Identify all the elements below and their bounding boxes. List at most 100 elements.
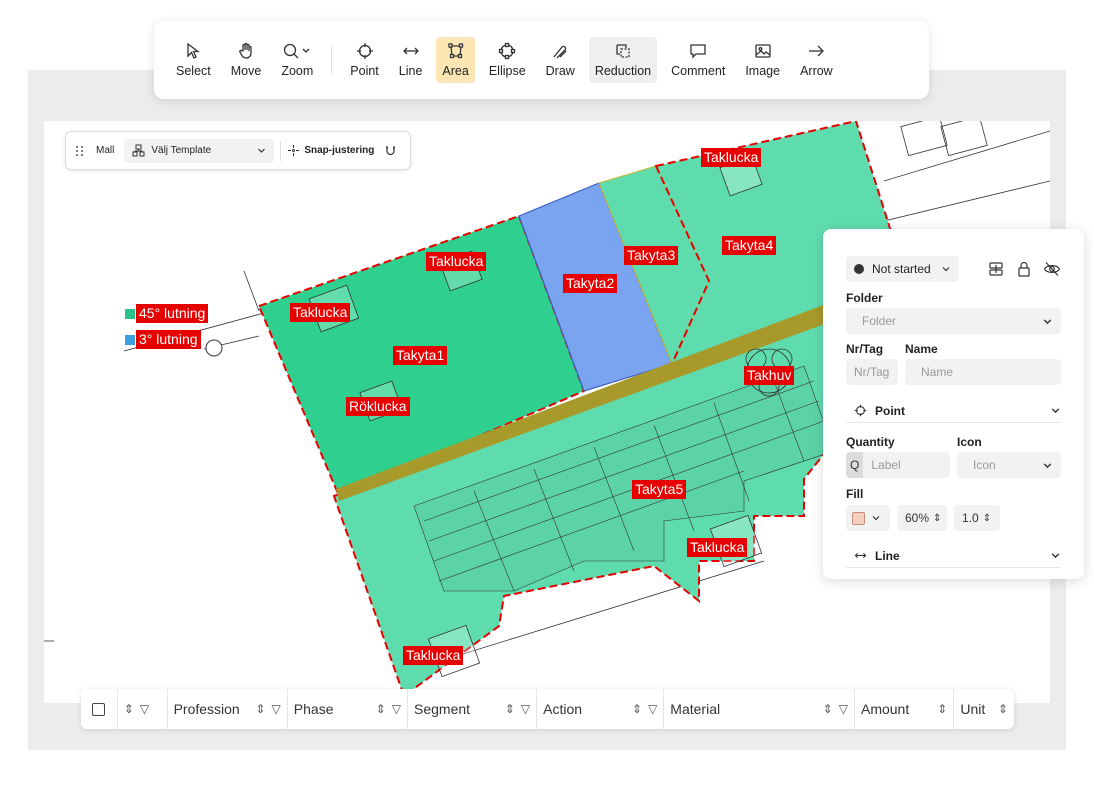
drag-grid-icon[interactable] (74, 145, 86, 157)
label-takyta2[interactable]: Takyta2 (563, 274, 618, 293)
tool-image[interactable]: Image (739, 37, 786, 83)
sort-icon[interactable]: ⇕ (823, 702, 833, 716)
label-takhuv[interactable]: Takhuv (744, 366, 795, 385)
icon-select[interactable]: Icon (957, 452, 1061, 478)
tool-zoom[interactable]: Zoom (275, 37, 319, 83)
name-placeholder: Name (921, 365, 954, 379)
tool-move[interactable]: Move (225, 37, 268, 83)
filter-icon[interactable]: ▽ (648, 702, 657, 716)
tool-point[interactable]: Point (344, 37, 385, 83)
line-section-toggle[interactable]: Line (846, 544, 1061, 568)
column-segment[interactable]: Segment ⇕ ▽ (408, 689, 538, 729)
snap-toggle[interactable]: Snap-justering (287, 144, 374, 157)
tool-select[interactable]: Select (170, 37, 217, 83)
name-label: Name (905, 342, 938, 356)
column-profession[interactable]: Profession ⇕ ▽ (168, 689, 288, 729)
select-all-checkbox[interactable] (92, 702, 106, 716)
lock-icon[interactable] (1015, 260, 1033, 278)
snap-sparkle-icon (288, 145, 300, 156)
tool-draw[interactable]: Draw (540, 37, 581, 83)
template-bar: Mall Välj Template Snap-justering (65, 131, 411, 170)
arrows-horizontal-icon (854, 552, 867, 559)
template-icon (132, 144, 145, 157)
sort-icon[interactable]: ⇕ (376, 702, 386, 716)
label-taklucka-edge[interactable]: Taklucka (290, 303, 351, 322)
label-taklucka-top[interactable]: Taklucka (701, 148, 762, 167)
label-takyta3[interactable]: Takyta3 (624, 246, 679, 265)
tool-area[interactable]: Area (436, 37, 475, 83)
snap-label: Snap-justering (304, 145, 375, 156)
filter-icon[interactable]: ▽ (140, 702, 149, 716)
sort-icon[interactable]: ⇕ (998, 702, 1008, 716)
tool-area-label: Area (442, 64, 469, 78)
sort-icon[interactable]: ⇕ (632, 702, 642, 716)
eye-off-icon[interactable] (1043, 260, 1061, 278)
fill-stroke-stepper[interactable]: 1.0 ⇕ (954, 505, 1000, 531)
tool-ellipse[interactable]: Ellipse (483, 37, 532, 83)
column-unit[interactable]: Unit ⇕ (954, 689, 1014, 729)
tool-arrow[interactable]: Arrow (794, 37, 839, 83)
label-takyta5[interactable]: Takyta5 (632, 480, 687, 499)
drawing-toolbar: Select Move Zoom Point Line Area Ellipse… (154, 21, 929, 99)
column-material[interactable]: Material ⇕ ▽ (664, 689, 855, 729)
column-phase[interactable]: Phase ⇕ ▽ (288, 689, 408, 729)
column-action[interactable]: Action ⇕ ▽ (537, 689, 665, 729)
crosshair-icon (356, 43, 373, 59)
chevron-down-icon (942, 267, 950, 272)
legend-3-lutning[interactable]: 3° lutning (125, 330, 201, 349)
nr-tag-placeholder: Nr/Tag (854, 365, 890, 379)
sort-icon[interactable]: ⇕ (255, 702, 265, 716)
fill-color-picker[interactable] (846, 505, 890, 531)
legend-45-lutning[interactable]: 45° lutning (125, 304, 209, 323)
column-profession-label: Profession (173, 701, 240, 717)
tool-arrow-label: Arrow (800, 64, 833, 78)
filter-icon[interactable]: ▽ (839, 702, 848, 716)
column-material-label: Material (670, 701, 721, 717)
template-select[interactable]: Välj Template (124, 138, 275, 163)
status-actions (987, 260, 1061, 278)
mall-label: Mall (96, 145, 115, 156)
tool-reduction[interactable]: Reduction (588, 37, 658, 83)
sort-filter-cell: ⇕ ▽ (118, 689, 168, 729)
label-roklucka[interactable]: Röklucka (346, 397, 410, 416)
chevron-down-icon (258, 148, 266, 153)
nr-tag-label: Nr/Tag (846, 342, 884, 356)
properties-panel: Not started Folder Folder Nr/Tag Name Nr… (823, 229, 1084, 579)
label-taklucka-bottom-right[interactable]: Taklucka (687, 538, 748, 557)
fill-opacity-stepper[interactable]: 60% ⇕ (897, 505, 947, 531)
legend-swatch-green (125, 308, 135, 319)
tool-draw-label: Draw (545, 64, 575, 78)
label-takyta1[interactable]: Takyta1 (393, 346, 448, 365)
status-row: Not started (846, 256, 1061, 282)
folder-select[interactable]: Folder (846, 308, 1061, 334)
tool-zoom-label: Zoom (281, 64, 314, 78)
label-taklucka-left[interactable]: Taklucka (426, 252, 487, 271)
sort-icon[interactable]: ⇕ (505, 702, 515, 716)
toolbar-separator (331, 46, 333, 74)
label-takyta4[interactable]: Takyta4 (722, 236, 777, 255)
column-action-label: Action (543, 701, 583, 717)
tool-line[interactable]: Line (393, 37, 429, 83)
point-section-toggle[interactable]: Point (846, 399, 1061, 423)
image-icon (755, 44, 771, 58)
filter-icon[interactable]: ▽ (392, 702, 401, 716)
comment-icon (690, 44, 706, 59)
label-taklucka-bottom[interactable]: Taklucka (403, 646, 464, 665)
sort-icon[interactable]: ⇕ (937, 702, 947, 716)
magnet-icon[interactable] (384, 144, 397, 157)
filter-icon[interactable]: ▽ (272, 702, 281, 716)
column-amount-label: Amount (860, 701, 910, 717)
filter-icon[interactable]: ▽ (521, 702, 530, 716)
sort-icon[interactable]: ⇕ (124, 702, 134, 716)
status-dot (854, 264, 864, 274)
template-bar-separator (280, 140, 282, 161)
nr-tag-input[interactable]: Nr/Tag (846, 359, 898, 385)
tool-comment[interactable]: Comment (665, 37, 731, 83)
fill-label: Fill (846, 487, 864, 501)
quantity-input[interactable]: Q Label (846, 452, 950, 478)
column-amount[interactable]: Amount ⇕ (855, 689, 955, 729)
name-input[interactable]: Name (905, 359, 1061, 385)
tool-line-label: Line (398, 64, 423, 78)
status-dropdown[interactable]: Not started (846, 256, 959, 282)
layers-icon[interactable] (987, 260, 1005, 278)
